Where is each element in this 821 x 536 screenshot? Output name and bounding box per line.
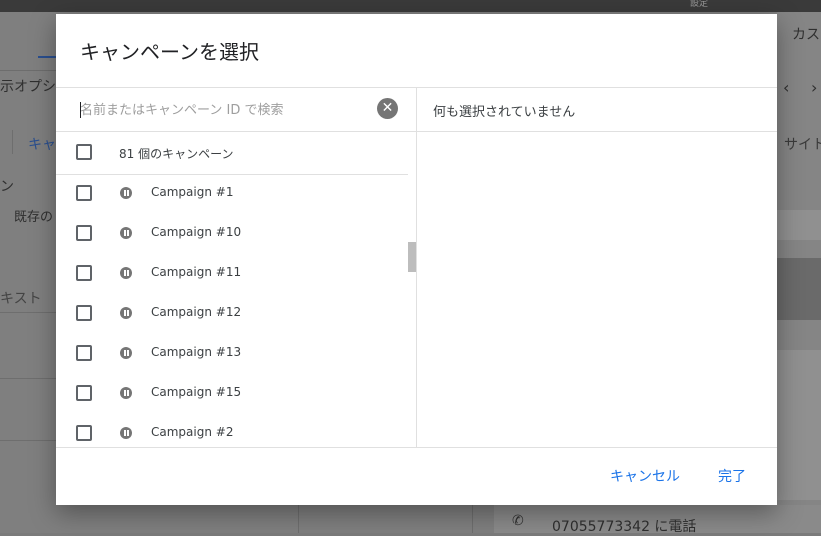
footer-divider: [56, 447, 777, 448]
panel-divider: [416, 87, 417, 447]
search-input[interactable]: [80, 100, 370, 120]
bg-divider: [0, 312, 56, 313]
pause-icon: [120, 307, 132, 319]
pause-icon: [120, 227, 132, 239]
campaign-checkbox[interactable]: [76, 225, 92, 241]
bg-label: ン: [0, 179, 14, 195]
settings-label: 設定: [690, 0, 709, 9]
bg-column-line: [472, 505, 473, 533]
next-arrow-icon: ›: [811, 78, 818, 97]
bg-block: [777, 350, 821, 500]
campaign-name: Campaign #10: [151, 225, 242, 239]
campaign-name: Campaign #13: [151, 345, 242, 359]
bg-column-line: [298, 505, 299, 533]
campaign-row[interactable]: Campaign #2: [56, 412, 408, 447]
bg-site-label: サイト: [784, 137, 821, 153]
bg-options-label: 示オプシ: [0, 79, 56, 95]
campaign-name: Campaign #15: [151, 385, 242, 399]
campaign-checkbox[interactable]: [76, 425, 92, 441]
campaign-name: Campaign #11: [151, 265, 242, 279]
app-top-bar: 設定: [0, 0, 821, 12]
search-field[interactable]: [80, 100, 380, 120]
bg-divider: [0, 378, 56, 379]
bg-text-label: キスト: [0, 291, 42, 307]
bg-divider: [0, 440, 56, 441]
campaign-select-dialog: キャンペーンを選択 ✕ 何も選択されていません 81 個のキャンペーン Camp…: [56, 14, 777, 505]
pause-icon: [120, 187, 132, 199]
campaign-name: Campaign #1: [151, 185, 234, 199]
campaign-checkbox[interactable]: [76, 185, 92, 201]
list-scrollbar[interactable]: [408, 242, 416, 272]
campaign-name: Campaign #2: [151, 425, 234, 439]
select-all-checkbox[interactable]: [76, 144, 92, 160]
pause-icon: [120, 347, 132, 359]
campaign-row[interactable]: Campaign #12: [56, 292, 408, 332]
pause-icon: [120, 427, 132, 439]
text-cursor: [80, 102, 81, 118]
bg-radio-label: 既存の: [14, 210, 54, 225]
prev-arrow-icon: ‹: [783, 78, 790, 97]
bg-link: キャ: [28, 137, 56, 153]
bg-block: [777, 210, 821, 240]
campaign-row[interactable]: Campaign #15: [56, 372, 408, 412]
phone-icon: ✆: [512, 513, 524, 529]
dialog-title: キャンペーンを選択: [80, 40, 259, 64]
selected-empty-text: 何も選択されていません: [433, 105, 576, 120]
campaign-checkbox[interactable]: [76, 265, 92, 281]
campaign-row[interactable]: Campaign #1: [56, 172, 408, 212]
active-tab-indicator: [38, 56, 56, 58]
campaign-name: Campaign #12: [151, 305, 242, 319]
done-button[interactable]: 完了: [718, 466, 746, 486]
campaign-checkbox[interactable]: [76, 385, 92, 401]
bg-tab-right: カス: [792, 27, 820, 43]
clear-icon[interactable]: ✕: [377, 98, 398, 119]
campaign-row[interactable]: Campaign #13: [56, 332, 408, 372]
campaign-checkbox[interactable]: [76, 305, 92, 321]
bg-block: [777, 258, 821, 320]
campaign-row[interactable]: Campaign #10: [56, 212, 408, 252]
bg-separator: [12, 130, 13, 154]
campaign-row[interactable]: Campaign #11: [56, 252, 408, 292]
campaign-list[interactable]: Campaign #1 Campaign #10 Campaign #11 Ca…: [56, 172, 408, 447]
campaign-count-label: 81 個のキャンペーン: [119, 147, 234, 161]
cancel-button[interactable]: キャンセル: [610, 466, 680, 486]
bg-phone-text: 07055773342 に電話: [552, 519, 697, 535]
pause-icon: [120, 267, 132, 279]
pause-icon: [120, 387, 132, 399]
campaign-checkbox[interactable]: [76, 345, 92, 361]
